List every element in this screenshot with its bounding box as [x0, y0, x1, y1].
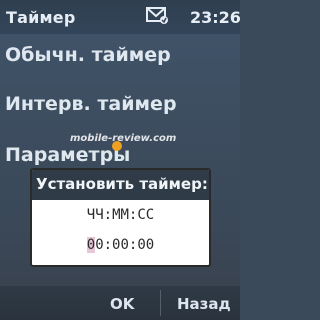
screen: Таймер 23:26 Обычн. таймер Интерв. тайме…	[0, 0, 240, 320]
menu-item-normal-timer[interactable]: Обычн. таймер	[5, 44, 171, 66]
clock: 23:26	[190, 8, 240, 27]
time-input-rest: 0:00:00	[95, 237, 155, 253]
status-bar: Таймер 23:26	[0, 0, 240, 34]
app-title: Таймер	[6, 8, 76, 27]
time-input[interactable]: 00:00:00	[32, 237, 209, 253]
watermark-logo-icon	[112, 141, 122, 151]
softkey-divider	[160, 290, 161, 316]
back-softkey[interactable]: Назад	[177, 295, 231, 313]
dialog-title: Установить таймер:	[32, 170, 209, 200]
set-timer-dialog: Установить таймер: ЧЧ:ММ:СС 00:00:00	[30, 168, 211, 267]
menu-item-interval-timer[interactable]: Интерв. таймер	[5, 93, 177, 115]
softkey-bar: OK Назад	[0, 286, 240, 320]
envelope-icon	[146, 7, 168, 24]
time-format-label: ЧЧ:ММ:СС	[86, 207, 155, 223]
watermark-text: mobile-review.com	[70, 133, 177, 144]
ok-softkey[interactable]: OK	[110, 295, 134, 313]
input-cursor: 0	[86, 237, 96, 253]
